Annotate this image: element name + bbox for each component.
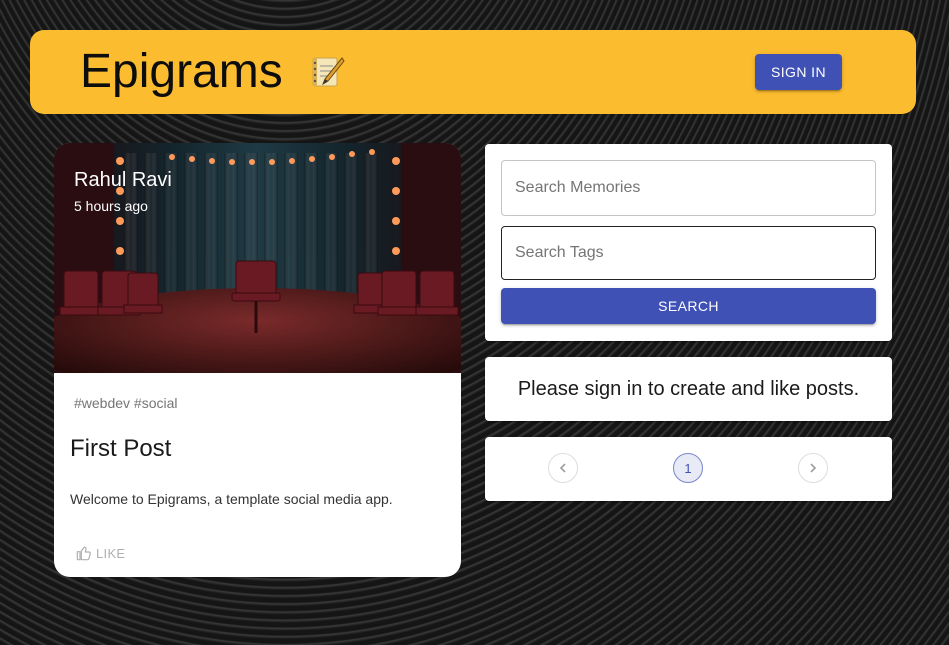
page-button-current[interactable]: 1 [673,453,703,483]
search-memories-input[interactable] [501,160,876,216]
app-title: Epigrams [80,45,283,98]
previous-page-button[interactable] [548,453,578,483]
post-card: Rahul Ravi 5 hours ago #webdev #social F… [54,143,461,577]
like-label: LIKE [96,545,126,561]
pagination: 1 [485,437,892,501]
search-button[interactable]: SEARCH [501,288,876,324]
post-message: Welcome to Epigrams, a template social m… [70,491,393,507]
thumb-up-icon [76,546,91,561]
next-page-button[interactable] [798,453,828,483]
sign-in-notice: Please sign in to create and like posts. [485,357,892,421]
post-title: First Post [70,435,172,462]
memo-notepad-icon [312,57,345,87]
post-author: Rahul Ravi [74,169,172,191]
search-tags-input[interactable] [501,226,876,280]
sign-in-button[interactable]: SIGN IN [755,54,842,90]
like-button[interactable]: LIKE [76,543,125,563]
app-header: Epigrams SIGN IN [30,30,916,114]
chevron-right-icon [810,463,817,473]
post-tags: #webdev #social [74,395,178,411]
post-timestamp: 5 hours ago [74,198,148,214]
chevron-left-icon [559,463,566,473]
search-panel: SEARCH [485,144,892,341]
sign-in-notice-text: Please sign in to create and like posts. [517,377,860,400]
